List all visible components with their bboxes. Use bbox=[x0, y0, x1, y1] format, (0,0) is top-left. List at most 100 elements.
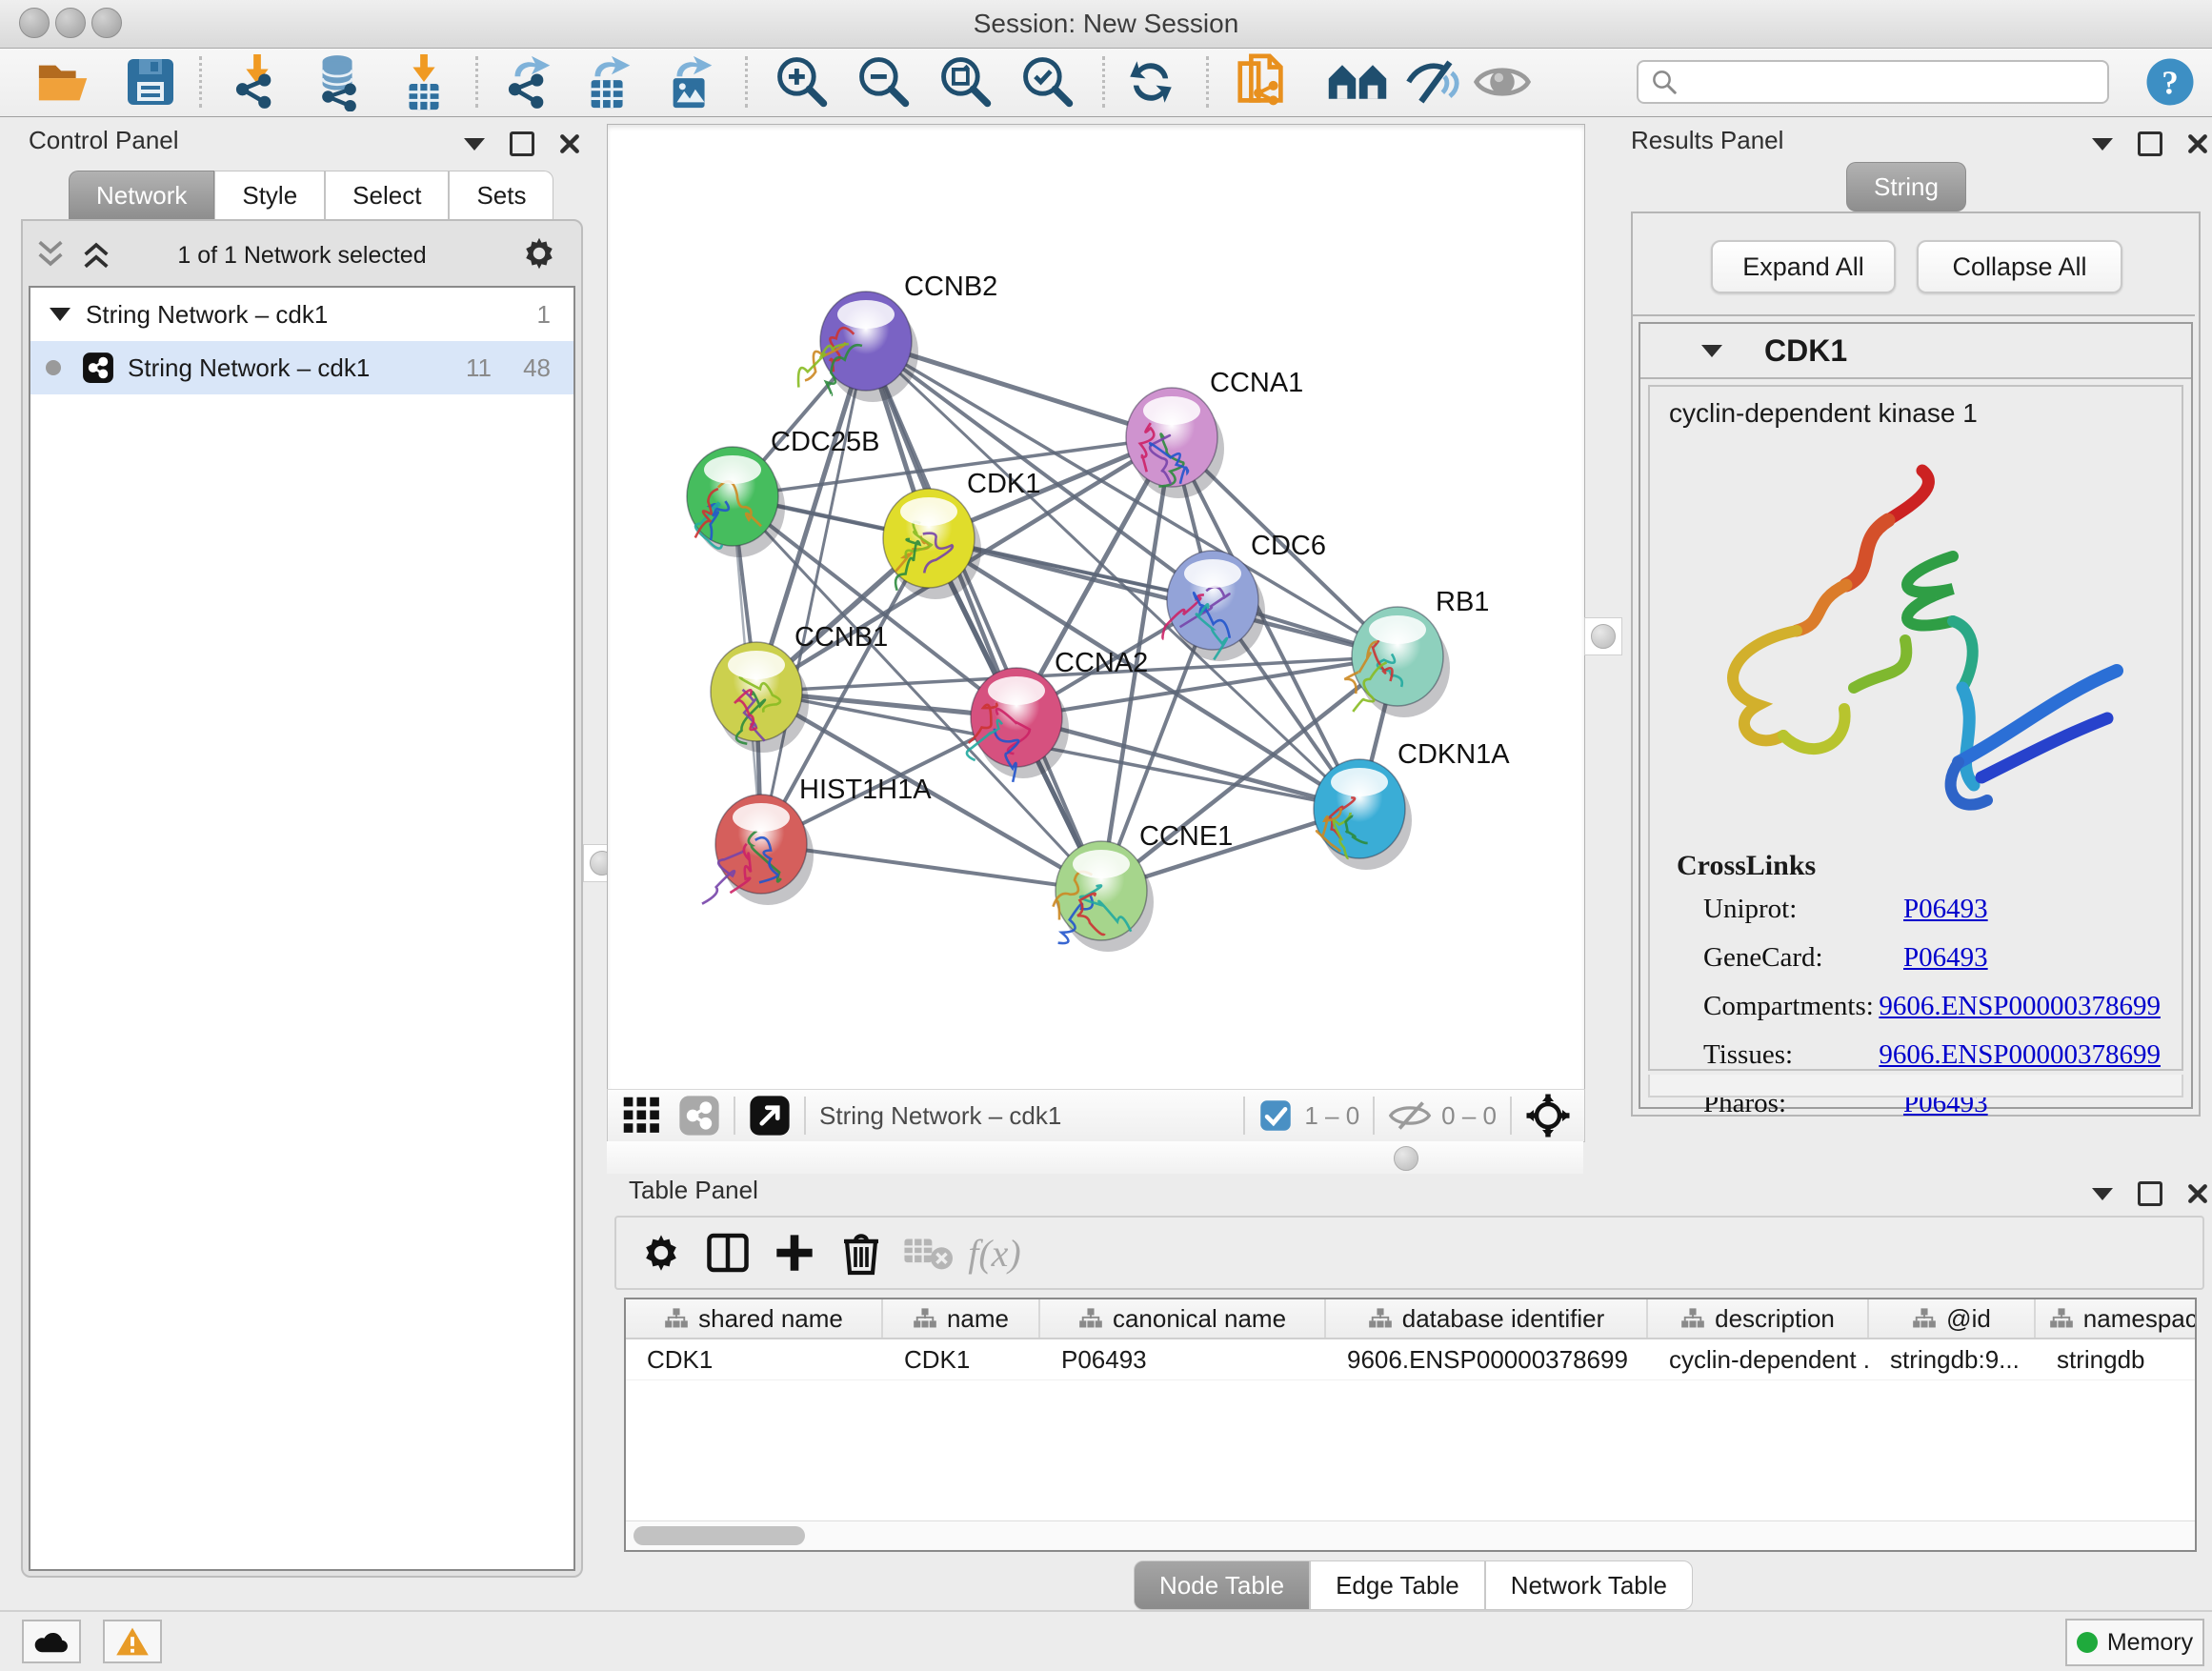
export-image-button[interactable] bbox=[657, 52, 726, 111]
appearance-eye-button[interactable] bbox=[1468, 52, 1537, 111]
table-settings-gear-icon[interactable] bbox=[628, 1224, 694, 1281]
zoom-in-button[interactable] bbox=[768, 52, 836, 111]
open-session-button[interactable] bbox=[30, 52, 99, 111]
canvas-table-splitter[interactable] bbox=[607, 1141, 1583, 1174]
export-table-button[interactable] bbox=[575, 52, 644, 111]
network-collection-row[interactable]: String Network – cdk1 1 bbox=[30, 288, 573, 341]
right-splitter-handle[interactable] bbox=[1584, 617, 1622, 655]
show-columns-icon[interactable] bbox=[694, 1224, 761, 1281]
node-label-HIST1H1A: HIST1H1A bbox=[799, 775, 932, 805]
tab-style[interactable]: Style bbox=[214, 171, 325, 220]
column-header-name[interactable]: name bbox=[883, 1299, 1040, 1338]
network-view-icon[interactable] bbox=[678, 1095, 720, 1137]
column-header-description[interactable]: description bbox=[1648, 1299, 1869, 1338]
grid-view-icon[interactable] bbox=[621, 1095, 663, 1137]
column-header-namespace[interactable]: namespace bbox=[2036, 1299, 2197, 1338]
table-horizontal-scrollbar[interactable] bbox=[626, 1520, 2195, 1550]
edge-CCNB2-CCNE1[interactable] bbox=[866, 341, 1101, 891]
refresh-button[interactable] bbox=[1116, 52, 1185, 111]
panel-float-icon[interactable] bbox=[2138, 1181, 2162, 1206]
table-cell[interactable]: P06493 bbox=[1040, 1339, 1326, 1379]
crosslink-link[interactable]: 9606.ENSP00000378699 bbox=[1879, 1039, 2161, 1071]
zoom-fit-button[interactable] bbox=[932, 52, 1000, 111]
import-network-file-button[interactable] bbox=[223, 52, 292, 111]
cloud-status-button[interactable] bbox=[22, 1620, 81, 1663]
add-column-icon[interactable] bbox=[761, 1224, 828, 1281]
tab-string[interactable]: String bbox=[1846, 162, 1966, 211]
zoom-out-button[interactable] bbox=[850, 52, 918, 111]
selected-checkbox-icon[interactable] bbox=[1258, 1098, 1293, 1133]
table-cell[interactable]: stringdb bbox=[2036, 1339, 2197, 1379]
crosslink-link[interactable]: P06493 bbox=[1903, 942, 1988, 974]
column-header--id[interactable]: @id bbox=[1869, 1299, 2036, 1338]
network-row[interactable]: String Network – cdk1 11 48 bbox=[30, 341, 573, 394]
warning-icon bbox=[115, 1626, 150, 1657]
node-CDC6[interactable]: CDC6 bbox=[1162, 531, 1325, 661]
panel-close-icon[interactable] bbox=[2187, 133, 2208, 154]
disclosure-triangle-icon[interactable] bbox=[50, 308, 70, 321]
table-cell[interactable]: 9606.ENSP00000378699 bbox=[1326, 1339, 1648, 1379]
warnings-button[interactable] bbox=[103, 1620, 162, 1663]
search-input[interactable] bbox=[1679, 68, 2082, 97]
table-cell[interactable]: cyclin-dependent ... bbox=[1648, 1339, 1869, 1379]
panel-float-icon[interactable] bbox=[2138, 131, 2162, 156]
tab-network[interactable]: Network bbox=[69, 171, 214, 220]
tab-node-table[interactable]: Node Table bbox=[1134, 1560, 1310, 1610]
node-label-CCNA1: CCNA1 bbox=[1210, 368, 1303, 398]
tab-edge-table[interactable]: Edge Table bbox=[1310, 1560, 1485, 1610]
node-HIST1H1A[interactable]: HIST1H1A bbox=[702, 775, 932, 905]
expand-all-button[interactable]: Expand All bbox=[1711, 240, 1896, 293]
memory-button[interactable]: Memory bbox=[2065, 1619, 2204, 1666]
column-header-database-identifier[interactable]: database identifier bbox=[1326, 1299, 1648, 1338]
table-cell[interactable]: CDK1 bbox=[626, 1339, 883, 1379]
column-header-label: name bbox=[947, 1304, 1009, 1334]
crosslink-link[interactable]: P06493 bbox=[1903, 894, 1988, 925]
delete-column-trash-icon[interactable] bbox=[828, 1224, 895, 1281]
import-table-button[interactable] bbox=[390, 52, 458, 111]
section-footer bbox=[1648, 1075, 2183, 1097]
panel-float-icon[interactable] bbox=[510, 131, 534, 156]
panel-menu-icon[interactable] bbox=[2092, 138, 2113, 151]
table-cell[interactable]: CDK1 bbox=[883, 1339, 1040, 1379]
save-session-button[interactable] bbox=[116, 52, 185, 111]
import-network-database-button[interactable] bbox=[305, 52, 373, 111]
zoom-selected-button[interactable] bbox=[1014, 52, 1082, 111]
table-row[interactable]: CDK1CDK1P064939606.ENSP00000378699cyclin… bbox=[626, 1339, 2195, 1380]
hide-show-button[interactable] bbox=[1399, 52, 1468, 111]
home-networks-button[interactable] bbox=[1323, 52, 1392, 111]
panel-close-icon[interactable] bbox=[2187, 1183, 2208, 1204]
panel-menu-icon[interactable] bbox=[464, 138, 485, 151]
share-document-button[interactable] bbox=[1228, 52, 1297, 111]
network-options-gear-icon[interactable] bbox=[520, 234, 558, 272]
panel-menu-icon[interactable] bbox=[2092, 1188, 2113, 1200]
node-RB1[interactable]: RB1 bbox=[1344, 587, 1489, 717]
network-canvas[interactable]: CCNB2CCNA1CDC25BCDK1CDC6RB1CCNB1CCNA2CDK… bbox=[607, 124, 1585, 1091]
collapse-all-button[interactable]: Collapse All bbox=[1917, 240, 2122, 293]
column-header-label: @id bbox=[1946, 1304, 1991, 1334]
help-button[interactable]: ? bbox=[2136, 52, 2204, 111]
toolbar-separator bbox=[1206, 56, 1209, 108]
tab-network-table[interactable]: Network Table bbox=[1485, 1560, 1693, 1610]
column-header-canonical-name[interactable]: canonical name bbox=[1040, 1299, 1326, 1338]
panel-close-icon[interactable] bbox=[559, 133, 580, 154]
tab-select[interactable]: Select bbox=[325, 171, 449, 220]
node-CCNB2[interactable]: CCNB2 bbox=[798, 272, 997, 402]
hidden-eye-slash-icon[interactable] bbox=[1388, 1097, 1432, 1135]
collapse-section-icon[interactable] bbox=[1701, 345, 1722, 357]
protein-section-header[interactable]: CDK1 bbox=[1640, 324, 2191, 379]
crosslink-link[interactable]: 9606.ENSP00000378699 bbox=[1879, 991, 2161, 1022]
scrollbar-thumb[interactable] bbox=[633, 1526, 805, 1545]
edge-CCNB2-HIST1H1A[interactable] bbox=[761, 341, 866, 844]
network-selection-status: 1 of 1 Network selected bbox=[23, 242, 581, 270]
column-header-shared-name[interactable]: shared name bbox=[626, 1299, 883, 1338]
birdseye-crosshair-icon[interactable] bbox=[1525, 1093, 1571, 1138]
node-CCNA1[interactable]: CCNA1 bbox=[1126, 368, 1303, 498]
table-cell[interactable]: stringdb:9... bbox=[1869, 1339, 2036, 1379]
detach-view-icon[interactable] bbox=[749, 1095, 791, 1137]
crosslink-label: Tissues: bbox=[1703, 1039, 1879, 1071]
export-network-button[interactable] bbox=[495, 52, 564, 111]
node-CDKN1A[interactable]: CDKN1A bbox=[1314, 739, 1510, 870]
tab-sets[interactable]: Sets bbox=[449, 171, 553, 220]
search-icon bbox=[1650, 68, 1679, 96]
search-field[interactable] bbox=[1637, 60, 2109, 104]
